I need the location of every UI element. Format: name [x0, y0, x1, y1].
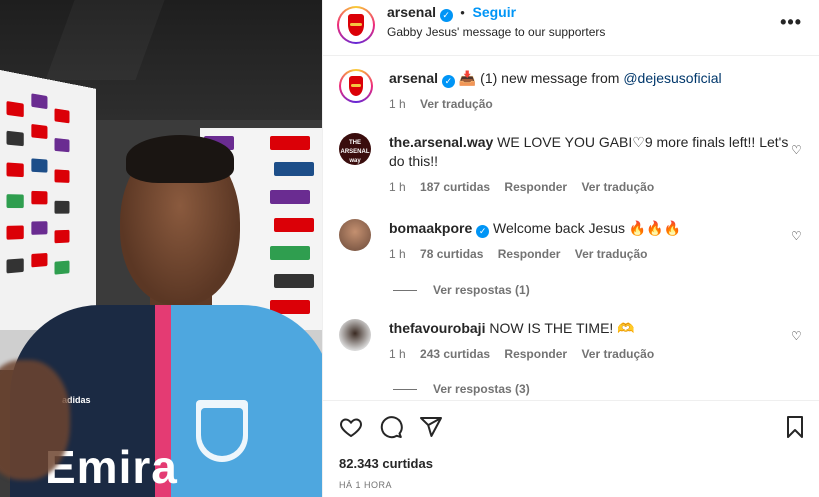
heart-icon[interactable]: ♡: [791, 143, 803, 157]
comment-text: Welcome back Jesus 🔥🔥🔥: [493, 220, 682, 236]
post-panel: arsenal ✓ • Seguir Gabby Jesus' message …: [322, 0, 819, 497]
arsenal-avatar[interactable]: [337, 6, 375, 44]
hand: [0, 360, 70, 480]
inbox-icon: 📥: [458, 70, 477, 86]
comment-item: THE ARSENAL way the.arsenal.way WE LOVE …: [339, 133, 809, 194]
commenter-avatar[interactable]: THE ARSENAL way: [339, 133, 371, 165]
translate-link[interactable]: Ver tradução: [420, 97, 493, 111]
commenter-avatar[interactable]: [339, 319, 371, 351]
mention-link[interactable]: @dejesusoficial: [623, 70, 721, 86]
more-options-icon[interactable]: •••: [780, 12, 802, 33]
comment-username[interactable]: thefavourobaji: [389, 320, 485, 336]
post-timestamp: HÁ 1 HORA: [339, 480, 393, 490]
comment-icon[interactable]: [379, 415, 403, 439]
comment-likes[interactable]: 78 curtidas: [420, 247, 483, 261]
post-header: arsenal ✓ • Seguir Gabby Jesus' message …: [323, 0, 819, 56]
heart-icon[interactable]: [339, 415, 363, 439]
caption-avatar[interactable]: [339, 69, 373, 103]
comments-list[interactable]: arsenal ✓ 📥 (1) new message from @dejesu…: [323, 57, 819, 399]
post-subtitle: Gabby Jesus' message to our supporters: [387, 25, 606, 39]
reply-button[interactable]: Responder: [504, 347, 567, 361]
comment-time: 1 h: [389, 247, 406, 261]
caption-text: (1) new message from: [480, 70, 620, 86]
share-icon[interactable]: [419, 415, 443, 439]
caption-time: 1 h: [389, 97, 406, 111]
arsenal-crest-icon: [343, 73, 369, 99]
caption-username[interactable]: arsenal: [389, 70, 438, 86]
verified-badge-icon: ✓: [441, 75, 455, 88]
header-username[interactable]: arsenal: [387, 4, 436, 20]
heart-icon[interactable]: ♡: [791, 229, 803, 243]
reply-button[interactable]: Responder: [498, 247, 561, 261]
comment-likes[interactable]: 243 curtidas: [420, 347, 490, 361]
verified-badge-icon: ✓: [439, 9, 453, 22]
view-replies-button[interactable]: Ver respostas (1): [393, 283, 530, 297]
post-actions: [323, 400, 819, 452]
comment-username[interactable]: the.arsenal.way: [389, 134, 493, 150]
comment-text: NOW IS THE TIME! 🫶: [489, 320, 635, 336]
comment-username[interactable]: bomaakpore: [389, 220, 472, 236]
separator-dot: •: [460, 5, 465, 20]
comment-time: 1 h: [389, 180, 406, 194]
heart-icon[interactable]: ♡: [791, 329, 803, 343]
comment-item: thefavourobaji NOW IS THE TIME! 🫶 1 h 24…: [339, 319, 809, 361]
caption: arsenal ✓ 📥 (1) new message from @dejesu…: [339, 69, 809, 119]
post-likes-count[interactable]: 82.343 curtidas: [339, 456, 433, 471]
translate-link[interactable]: Ver tradução: [581, 347, 654, 361]
comment-item: bomaakpore ✓ Welcome back Jesus 🔥🔥🔥 1 h …: [339, 219, 809, 261]
view-replies-button[interactable]: Ver respostas (3): [393, 382, 530, 396]
verified-badge-icon: ✓: [476, 225, 490, 238]
translate-link[interactable]: Ver tradução: [575, 247, 648, 261]
reply-button[interactable]: Responder: [504, 180, 567, 194]
comment-likes[interactable]: 187 curtidas: [420, 180, 490, 194]
comment-time: 1 h: [389, 347, 406, 361]
follow-button[interactable]: Seguir: [472, 4, 516, 20]
translate-link[interactable]: Ver tradução: [581, 180, 654, 194]
commenter-avatar[interactable]: [339, 219, 371, 251]
bookmark-icon[interactable]: [783, 415, 807, 439]
post-video[interactable]: adidas Emira: [0, 0, 322, 497]
arsenal-crest-icon: [341, 10, 371, 40]
